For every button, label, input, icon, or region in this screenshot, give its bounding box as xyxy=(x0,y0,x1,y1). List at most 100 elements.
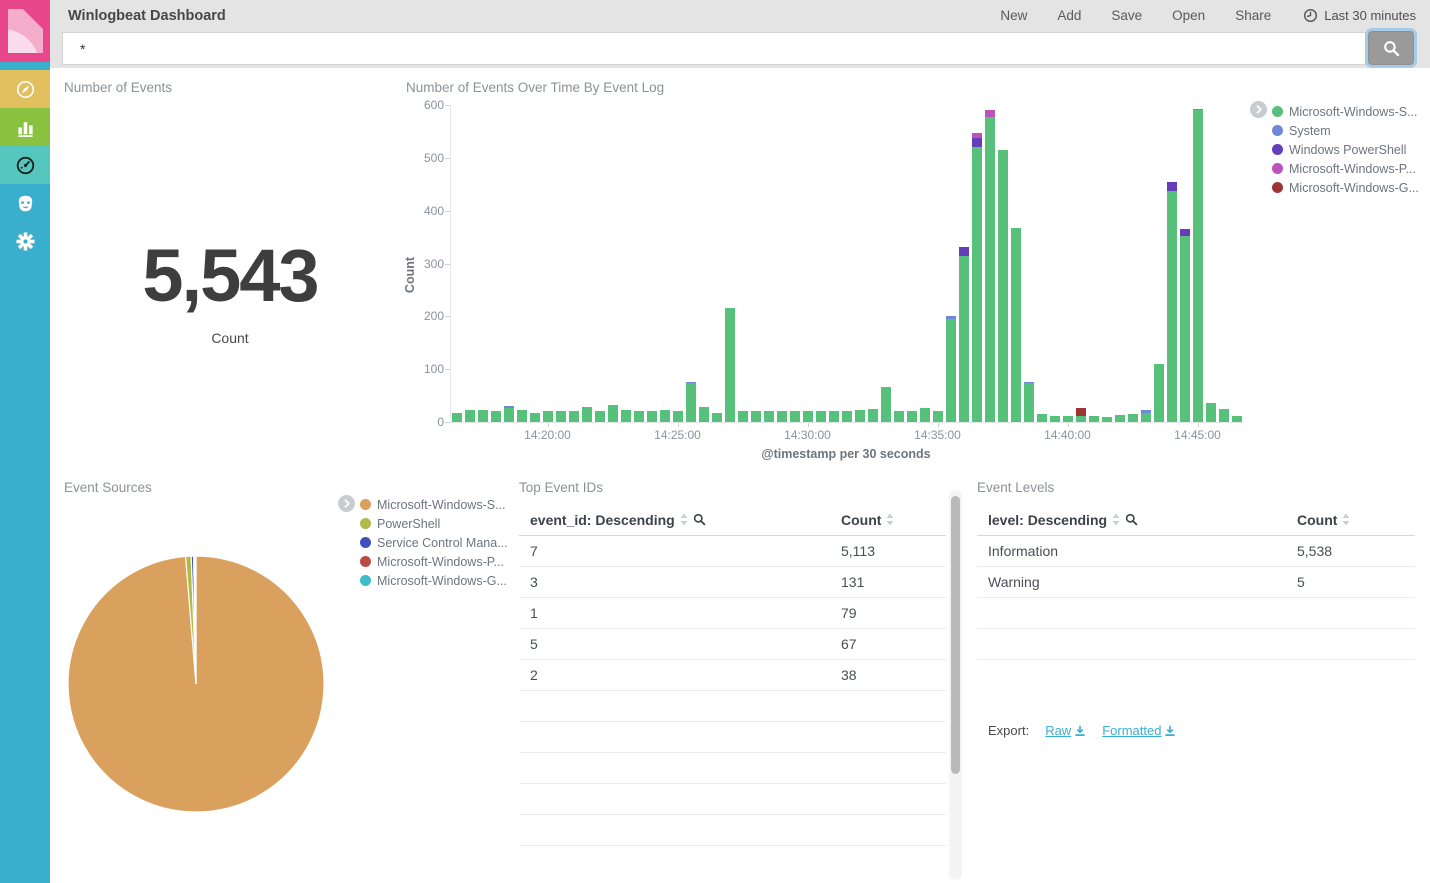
bar-24[interactable] xyxy=(764,411,774,422)
bar-48[interactable] xyxy=(1076,408,1086,422)
add-button[interactable]: Add xyxy=(1057,8,1081,23)
bar-51[interactable] xyxy=(1115,415,1125,422)
legend-toggle-icon[interactable] xyxy=(338,495,355,512)
bar-34[interactable] xyxy=(894,411,904,422)
bar-18[interactable] xyxy=(686,382,696,422)
scrollbar-track[interactable] xyxy=(949,490,962,880)
legend-item[interactable]: System xyxy=(1272,121,1419,140)
bar-56[interactable] xyxy=(1180,229,1190,422)
bar-0[interactable] xyxy=(452,413,462,423)
bar-7[interactable] xyxy=(543,411,553,422)
bar-5[interactable] xyxy=(517,410,527,422)
bar-39[interactable] xyxy=(959,247,969,422)
bar-29[interactable] xyxy=(829,411,839,422)
bar-14[interactable] xyxy=(634,411,644,422)
legend-item[interactable]: Windows PowerShell xyxy=(1272,140,1419,159)
bar-12[interactable] xyxy=(608,405,618,422)
bar-8[interactable] xyxy=(556,411,566,422)
bar-52[interactable] xyxy=(1128,414,1138,422)
column-header-level[interactable]: level: Descending xyxy=(988,504,1138,535)
panel-title-number-of-events[interactable]: Number of Events xyxy=(64,80,172,95)
legend-item[interactable]: Service Control Mana... xyxy=(360,533,508,552)
bar-50[interactable] xyxy=(1102,417,1112,422)
legend-item[interactable]: Microsoft-Windows-G... xyxy=(1272,178,1419,197)
bar-35[interactable] xyxy=(907,411,917,422)
panel-title-event-levels[interactable]: Event Levels xyxy=(977,480,1054,495)
magnifier-icon[interactable] xyxy=(693,513,706,526)
save-button[interactable]: Save xyxy=(1111,8,1142,23)
bar-41[interactable] xyxy=(985,110,995,422)
bar-27[interactable] xyxy=(803,411,813,422)
bar-45[interactable] xyxy=(1037,414,1047,422)
bar-20[interactable] xyxy=(712,413,722,423)
bar-49[interactable] xyxy=(1089,416,1099,422)
kibana-logo[interactable] xyxy=(0,0,50,62)
export-raw-link[interactable]: Raw xyxy=(1045,723,1086,738)
share-button[interactable]: Share xyxy=(1235,8,1271,23)
bar-32[interactable] xyxy=(868,409,878,422)
column-header-event_id[interactable]: event_id: Descending xyxy=(530,504,706,535)
bar-2[interactable] xyxy=(478,410,488,422)
bar-4[interactable] xyxy=(504,406,514,422)
bar-15[interactable] xyxy=(647,411,657,422)
bar-23[interactable] xyxy=(751,411,761,422)
time-picker[interactable]: Last 30 minutes xyxy=(1303,8,1416,23)
bar-22[interactable] xyxy=(738,411,748,422)
open-button[interactable]: Open xyxy=(1172,8,1205,23)
bar-26[interactable] xyxy=(790,411,800,422)
sort-icon[interactable] xyxy=(886,513,894,526)
legend-item[interactable]: PowerShell xyxy=(360,514,508,533)
bar-44[interactable] xyxy=(1024,382,1034,422)
legend-item[interactable]: Microsoft-Windows-P... xyxy=(360,552,508,571)
bar-30[interactable] xyxy=(842,411,852,422)
bar-19[interactable] xyxy=(699,407,709,422)
bar-3[interactable] xyxy=(491,411,501,422)
bar-21[interactable] xyxy=(725,308,735,422)
bar-58[interactable] xyxy=(1206,403,1216,422)
sidebar-item-discover[interactable] xyxy=(0,70,50,108)
bar-28[interactable] xyxy=(816,411,826,422)
bar-43[interactable] xyxy=(1011,228,1021,422)
legend-item[interactable]: Microsoft-Windows-P... xyxy=(1272,159,1419,178)
new-button[interactable]: New xyxy=(1000,8,1027,23)
bar-6[interactable] xyxy=(530,413,540,423)
column-header-count[interactable]: Count xyxy=(1297,504,1350,535)
panel-title-event-sources[interactable]: Event Sources xyxy=(64,480,152,495)
sort-icon[interactable] xyxy=(1342,513,1350,526)
bar-36[interactable] xyxy=(920,408,930,422)
bar-54[interactable] xyxy=(1154,364,1164,422)
sort-icon[interactable] xyxy=(680,513,688,526)
bar-60[interactable] xyxy=(1232,416,1242,422)
bar-16[interactable] xyxy=(660,410,670,422)
search-button[interactable] xyxy=(1368,31,1414,65)
legend-item[interactable]: Microsoft-Windows-S... xyxy=(360,495,508,514)
legend-item[interactable]: Microsoft-Windows-S... xyxy=(1272,102,1419,121)
legend-toggle-icon[interactable] xyxy=(1250,101,1267,118)
bar-37[interactable] xyxy=(933,411,943,422)
bar-33[interactable] xyxy=(881,387,891,422)
bar-40[interactable] xyxy=(972,133,982,422)
bar-57[interactable] xyxy=(1193,109,1203,422)
panel-title-events-over-time[interactable]: Number of Events Over Time By Event Log xyxy=(406,80,664,95)
bar-31[interactable] xyxy=(855,410,865,422)
bar-38[interactable] xyxy=(946,316,956,422)
bar-42[interactable] xyxy=(998,150,1008,422)
bar-53[interactable] xyxy=(1141,410,1151,422)
query-input[interactable] xyxy=(62,32,1366,65)
bar-13[interactable] xyxy=(621,410,631,422)
bar-46[interactable] xyxy=(1050,416,1060,422)
bar-9[interactable] xyxy=(569,411,579,422)
export-formatted-link[interactable]: Formatted xyxy=(1102,723,1176,738)
sidebar-item-visualize[interactable] xyxy=(0,108,50,146)
sidebar-item-app[interactable] xyxy=(0,184,50,222)
sidebar-item-settings[interactable] xyxy=(0,222,50,260)
magnifier-icon[interactable] xyxy=(1125,513,1138,526)
bar-17[interactable] xyxy=(673,411,683,422)
scrollbar-thumb[interactable] xyxy=(951,496,960,774)
panel-title-top-event-ids[interactable]: Top Event IDs xyxy=(519,480,603,495)
bar-47[interactable] xyxy=(1063,416,1073,422)
bar-11[interactable] xyxy=(595,411,605,422)
legend-item[interactable]: Microsoft-Windows-G... xyxy=(360,571,508,590)
sidebar-item-dashboard[interactable] xyxy=(0,146,50,184)
bar-10[interactable] xyxy=(582,407,592,422)
